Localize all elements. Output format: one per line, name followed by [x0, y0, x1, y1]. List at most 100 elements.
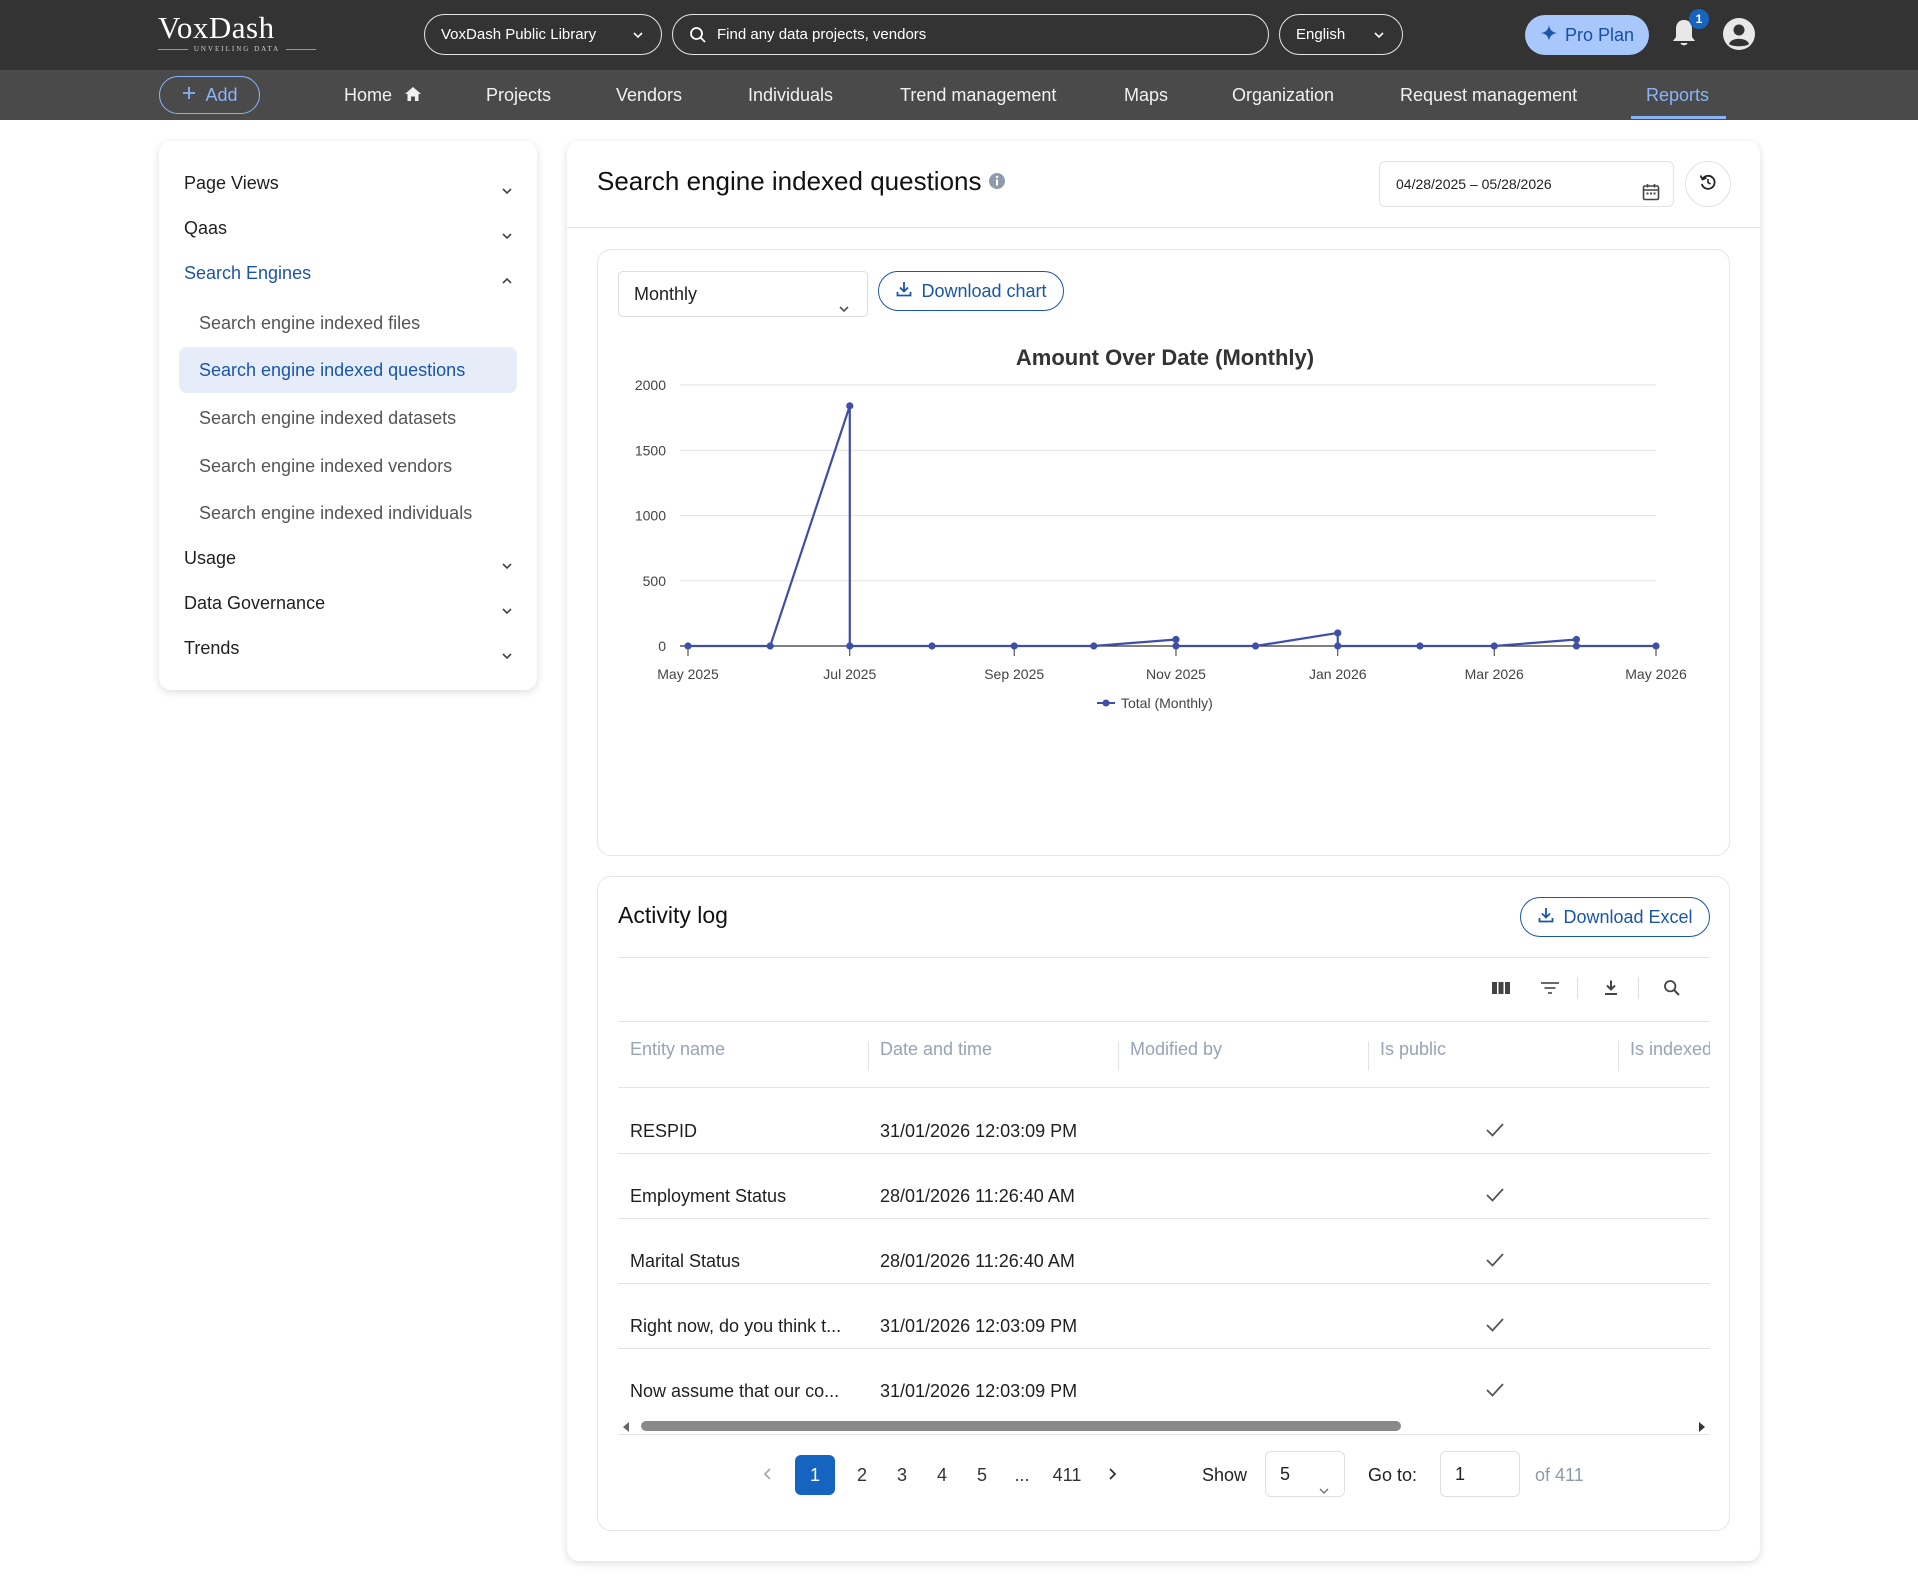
- add-label: Add: [205, 84, 238, 105]
- sidebar-section-label: Trends: [184, 638, 240, 658]
- goto-page-input[interactable]: 1: [1440, 1451, 1520, 1497]
- data-point[interactable]: [1172, 635, 1180, 644]
- page-size-select[interactable]: 5: [1265, 1451, 1345, 1497]
- data-point[interactable]: [1090, 642, 1098, 650]
- sidebar-section-label: Qaas: [184, 218, 228, 238]
- column-divider[interactable]: [1368, 1041, 1369, 1071]
- sidebar-item-indexed-datasets[interactable]: Search engine indexed datasets: [199, 403, 519, 433]
- scrollbar-thumb[interactable]: [641, 1421, 1401, 1431]
- table-horizontal-scrollbar[interactable]: [618, 1418, 1710, 1432]
- language-select[interactable]: English: [1279, 14, 1403, 55]
- date-range-picker[interactable]: 04/28/2025 – 05/28/2026: [1379, 161, 1674, 207]
- data-point[interactable]: [846, 402, 854, 410]
- column-header-date-time[interactable]: Date and time: [880, 1039, 992, 1060]
- download-excel-button[interactable]: Download Excel: [1520, 897, 1710, 937]
- y-tick-label: 500: [643, 573, 667, 589]
- nav-item-organization[interactable]: Organization: [1232, 70, 1334, 120]
- sidebar-item-indexed-vendors[interactable]: Search engine indexed vendors: [199, 451, 519, 481]
- reset-history-button[interactable]: [1685, 161, 1731, 207]
- chart-legend[interactable]: Total (Monthly): [1097, 695, 1213, 711]
- nav-item-vendors[interactable]: Vendors: [616, 70, 682, 120]
- data-point[interactable]: [846, 642, 854, 650]
- nav-item-trend-management[interactable]: Trend management: [900, 70, 1056, 120]
- page-button-4[interactable]: 4: [922, 1455, 962, 1495]
- library-select-value: VoxDash Public Library: [441, 26, 597, 43]
- sidebar-section-page-views[interactable]: Page Views: [184, 168, 514, 198]
- sidebar-item-indexed-files[interactable]: Search engine indexed files: [199, 308, 519, 338]
- column-divider[interactable]: [1618, 1041, 1619, 1071]
- data-point[interactable]: [1416, 642, 1424, 650]
- data-point[interactable]: [684, 642, 692, 650]
- reports-sidebar: Page Views Qaas Search Engines Search en…: [159, 141, 537, 690]
- global-search-input[interactable]: Find any data projects, vendors: [672, 14, 1269, 55]
- chevron-up-icon: [500, 267, 514, 297]
- column-header-modified-by[interactable]: Modified by: [1130, 1039, 1222, 1060]
- chevron-down-icon: [500, 642, 514, 672]
- download-chart-button[interactable]: Download chart: [878, 271, 1064, 311]
- page-title-text: Search engine indexed questions: [597, 166, 982, 196]
- total-pages-label: of 411: [1535, 1465, 1584, 1485]
- nav-item-label: Home: [344, 85, 393, 105]
- data-point[interactable]: [1490, 642, 1498, 650]
- pro-plan-button[interactable]: Pro Plan: [1525, 15, 1649, 55]
- data-point[interactable]: [1172, 642, 1180, 650]
- history-reset-icon: [1698, 172, 1718, 197]
- column-divider[interactable]: [868, 1041, 869, 1071]
- page-button-1[interactable]: 1: [795, 1455, 835, 1495]
- data-point[interactable]: [1652, 642, 1660, 650]
- page-button-5[interactable]: 5: [962, 1455, 1002, 1495]
- columns-icon[interactable]: [1488, 975, 1514, 1001]
- export-download-icon[interactable]: [1598, 975, 1624, 1001]
- sidebar-section-label: Search Engines: [184, 263, 312, 283]
- scroll-right-arrow-icon[interactable]: [1697, 1420, 1707, 1438]
- data-point[interactable]: [1572, 635, 1581, 644]
- logo[interactable]: VoxDash UNVEILING DATA: [158, 12, 316, 58]
- chevron-down-icon: [500, 177, 514, 207]
- sidebar-section-search-engines[interactable]: Search Engines: [184, 258, 514, 288]
- page-button-last[interactable]: 411: [1042, 1455, 1092, 1495]
- sidebar-section-data-governance[interactable]: Data Governance: [184, 588, 514, 618]
- scroll-left-arrow-icon[interactable]: [621, 1420, 631, 1438]
- search-placeholder: Find any data projects, vendors: [717, 26, 927, 43]
- data-point[interactable]: [1251, 642, 1260, 650]
- data-point[interactable]: [928, 642, 936, 650]
- data-point[interactable]: [1010, 642, 1018, 650]
- top-bar: VoxDash UNVEILING DATA VoxDash Public Li…: [0, 0, 1918, 70]
- download-excel-label: Download Excel: [1563, 906, 1693, 927]
- next-page-icon[interactable]: [1092, 1455, 1132, 1495]
- data-point[interactable]: [1334, 642, 1342, 650]
- data-point[interactable]: [766, 642, 774, 650]
- nav-item-home[interactable]: Home: [344, 70, 422, 120]
- chart-title: Amount Over Date (Monthly): [1016, 345, 1314, 370]
- data-point[interactable]: [1334, 629, 1342, 637]
- cell-date-time: 28/01/2026 11:26:40 AM: [880, 1186, 1075, 1206]
- search-icon[interactable]: [1659, 975, 1685, 1001]
- sidebar-item-indexed-individuals[interactable]: Search engine indexed individuals: [199, 498, 519, 528]
- sidebar-section-trends[interactable]: Trends: [184, 633, 514, 663]
- column-header-entity-name[interactable]: Entity name: [630, 1039, 725, 1060]
- sidebar-item-indexed-questions[interactable]: Search engine indexed questions: [179, 347, 517, 393]
- sidebar-section-qaas[interactable]: Qaas: [184, 213, 514, 243]
- nav-item-individuals[interactable]: Individuals: [748, 70, 833, 120]
- column-header-is-indexed[interactable]: Is indexed: [1630, 1039, 1710, 1060]
- nav-item-request-management[interactable]: Request management: [1400, 70, 1577, 120]
- add-button[interactable]: Add: [159, 76, 260, 114]
- library-select[interactable]: VoxDash Public Library: [424, 14, 662, 55]
- filter-icon[interactable]: [1537, 975, 1563, 1001]
- sidebar-section-usage[interactable]: Usage: [184, 543, 514, 573]
- column-header-is-public[interactable]: Is public: [1380, 1039, 1446, 1060]
- user-avatar-icon[interactable]: [1722, 17, 1756, 51]
- nav-item-maps[interactable]: Maps: [1124, 70, 1168, 120]
- page-button-3[interactable]: 3: [882, 1455, 922, 1495]
- data-point[interactable]: [1572, 642, 1581, 650]
- page-button-2[interactable]: 2: [842, 1455, 882, 1495]
- previous-page-icon[interactable]: [748, 1455, 788, 1495]
- nav-item-projects[interactable]: Projects: [486, 70, 551, 120]
- period-select[interactable]: Monthly: [618, 271, 868, 317]
- nav-item-reports[interactable]: Reports: [1646, 70, 1709, 120]
- divider: [567, 227, 1760, 228]
- y-tick-label: 2000: [635, 377, 666, 393]
- column-divider[interactable]: [1118, 1041, 1119, 1071]
- info-icon[interactable]: [988, 166, 1006, 197]
- main-nav: Add Home Projects Vendors Individuals Tr…: [0, 70, 1918, 120]
